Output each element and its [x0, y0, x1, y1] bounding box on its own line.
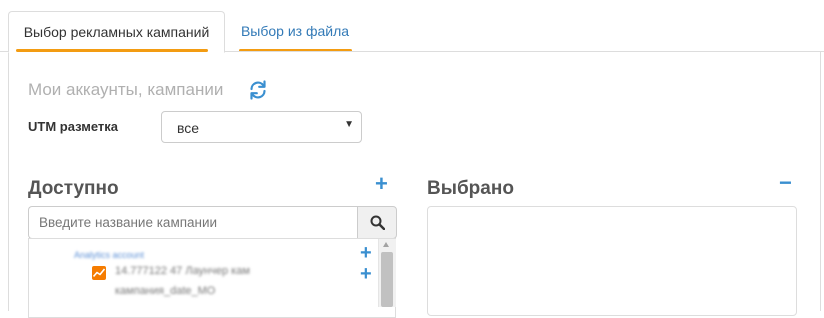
remove-all-minus-icon[interactable]: −	[779, 172, 792, 194]
search-icon	[370, 215, 385, 230]
search-button[interactable]	[357, 206, 397, 239]
tab-bar: Выбор рекламных кампаний Выбор из файла	[0, 0, 824, 53]
selected-title: Выбрано	[427, 178, 514, 199]
tab-file-selection[interactable]: Выбор из файла	[230, 11, 360, 51]
utm-label: UTM разметка	[28, 119, 119, 134]
campaign-item-label[interactable]: 14.777122 47 Лаунчер кам	[115, 265, 250, 277]
campaign-item-sublabel: кампания_date_MO	[115, 285, 216, 297]
analytics-icon	[92, 266, 106, 280]
add-all-plus-icon[interactable]: +	[375, 173, 388, 195]
campaign-search-input[interactable]	[28, 206, 358, 239]
account-item-label[interactable]: Analytics account	[74, 250, 144, 260]
refresh-icon[interactable]	[248, 80, 268, 100]
scrollbar-thumb[interactable]	[381, 252, 393, 307]
selected-campaigns-list	[427, 206, 797, 316]
chevron-down-icon: ▼	[344, 119, 354, 130]
utm-select[interactable]: все ▼	[161, 111, 362, 143]
scroll-up-arrow-icon[interactable]	[383, 242, 389, 247]
section-title: Мои аккаунты, кампании	[28, 80, 224, 99]
available-title: Доступно	[28, 178, 119, 199]
active-tab-underline	[16, 49, 208, 52]
add-account-plus-icon[interactable]: +	[360, 243, 372, 263]
add-campaign-plus-icon[interactable]: +	[360, 264, 372, 284]
utm-select-value: все	[177, 120, 200, 136]
tab-campaign-selection[interactable]: Выбор рекламных кампаний	[8, 11, 225, 53]
